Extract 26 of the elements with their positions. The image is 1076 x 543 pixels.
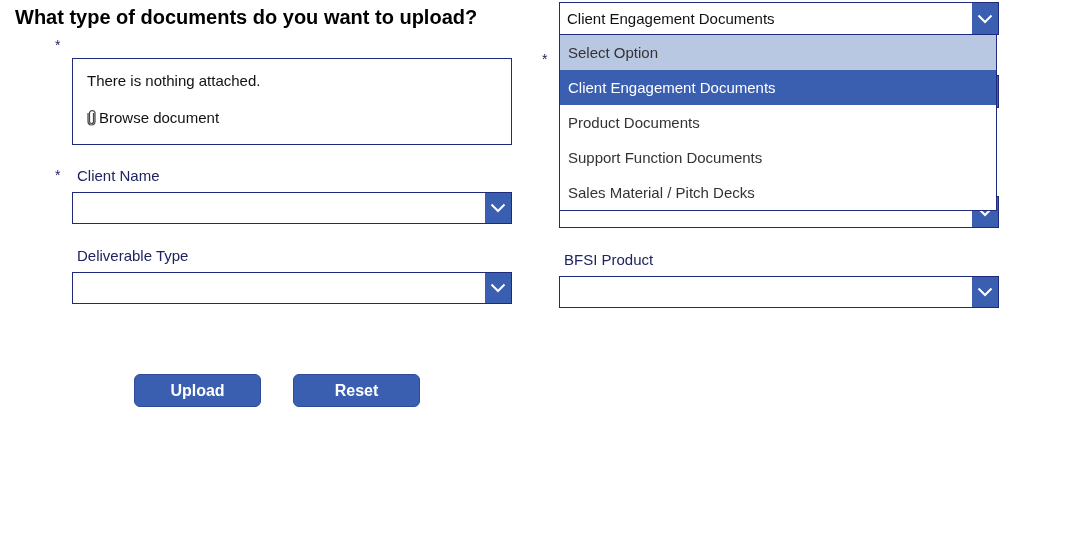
dropdown-option[interactable]: Support Function Documents — [560, 140, 996, 175]
dropdown-field[interactable]: Client Engagement Documents — [559, 2, 999, 35]
required-asterisk: * — [54, 167, 62, 183]
required-asterisk: * — [541, 51, 549, 67]
action-button[interactable]: Reset — [293, 374, 420, 407]
paperclip-icon — [87, 109, 96, 126]
empty-message: There is nothing attached. — [87, 72, 262, 89]
dropdown-option[interactable]: Product Documents — [560, 105, 996, 140]
browse-link[interactable]: Browse document — [99, 109, 220, 126]
field-label: Deliverable Type — [76, 246, 189, 264]
dropdown-option[interactable]: Sales Material / Pitch Decks — [560, 175, 996, 210]
chevron-down-icon — [977, 13, 993, 24]
required-asterisk: * — [54, 37, 62, 53]
field-label: Client Name — [76, 166, 160, 184]
dropdown-field[interactable] — [72, 192, 512, 224]
chevron-down-icon — [977, 287, 993, 297]
dropdown-field[interactable] — [559, 276, 999, 308]
chevron-down-icon — [490, 283, 506, 293]
field-label: BFSI Product — [563, 250, 654, 268]
dropdown-option[interactable]: Select Option — [560, 35, 996, 70]
dropdown-field[interactable] — [72, 272, 512, 304]
action-button[interactable]: Upload — [134, 374, 261, 407]
page-heading: What type of documents do you want to upload? — [14, 5, 479, 29]
dropdown-option[interactable]: Client Engagement Documents — [560, 70, 996, 105]
selected-value: Client Engagement Documents — [566, 9, 776, 29]
chevron-down-icon — [490, 203, 506, 213]
